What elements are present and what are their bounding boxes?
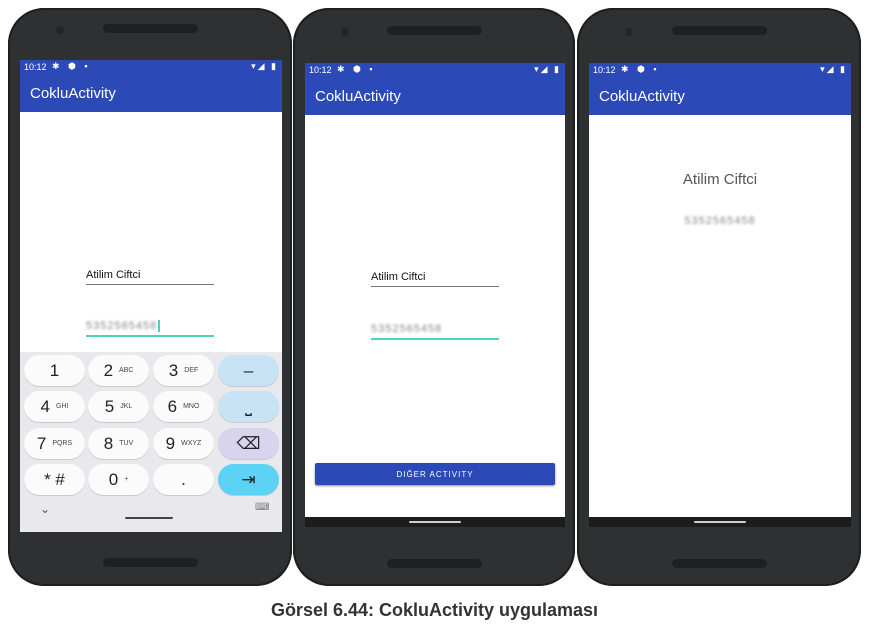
key-star-hash[interactable]: * # [24, 464, 85, 495]
bottom-speaker [103, 558, 198, 567]
key-6[interactable]: 6 MNO [153, 391, 214, 422]
phone-2: 10:12 ✱ ⬢ ▪ ▾◢ ▮ CokluActivity Atilim Ci… [293, 8, 575, 586]
backspace-icon: ⌫ [236, 433, 261, 453]
phone-text: 5352565458 [684, 215, 756, 227]
status-bar: 10:12 ✱ ⬢ ▪ ▾◢ ▮ [20, 60, 282, 74]
status-time: 10:12 [593, 65, 616, 75]
phone-1: 10:12 ✱ ⬢ ▪ ▾◢ ▮ CokluActivity Atilim Ci… [8, 8, 292, 586]
app-title: CokluActivity [599, 88, 685, 105]
status-bar: 10:12 ✱ ⬢ ▪ ▾◢ ▮ [589, 63, 851, 77]
figure-caption: Görsel 6.44: CokluActivity uygulaması [270, 600, 599, 620]
space-icon: ⎵ [245, 396, 252, 416]
name-field[interactable]: Atilim Ciftci [371, 271, 499, 287]
name-value: Atilim Ciftci [86, 269, 141, 281]
front-camera [341, 28, 349, 36]
status-bar: 10:12 ✱ ⬢ ▪ ▾◢ ▮ [305, 63, 565, 77]
key-0[interactable]: 0 + [88, 464, 149, 495]
phone-field[interactable]: 5352565458 [371, 323, 499, 340]
phone-value: 5352565458 [86, 320, 158, 332]
key-4[interactable]: 4 GHI [24, 391, 85, 422]
status-time: 10:12 [24, 62, 47, 72]
key-1[interactable]: 1 [24, 355, 85, 386]
app-title: CokluActivity [30, 85, 116, 102]
app-bar: CokluActivity [305, 77, 565, 115]
numeric-keyboard: 1 2 ABC 3 DEF – 4 GHI 5 JKL 6 MNO ⎵ 7 PQRS 8 TU… [20, 352, 282, 532]
name-value: Atilim Ciftci [371, 271, 426, 283]
status-time: 10:12 [309, 65, 332, 75]
front-camera [625, 28, 633, 36]
signal-battery-icons: ▾◢ ▮ [534, 64, 561, 74]
navigation-bar [589, 517, 851, 527]
button-label: DIĞER ACTIVITY [396, 469, 474, 479]
home-pill[interactable] [409, 521, 461, 523]
key-7[interactable]: 7 PQRS [24, 428, 85, 459]
phone-3: 10:12 ✱ ⬢ ▪ ▾◢ ▮ CokluActivity Atilim Ci… [577, 8, 861, 586]
key-3[interactable]: 3 DEF [153, 355, 214, 386]
text-cursor [158, 320, 161, 333]
diger-activity-button[interactable]: DIĞER ACTIVITY [315, 463, 555, 485]
name-text: Atilim Ciftci [682, 171, 758, 188]
earpiece-speaker [387, 26, 482, 35]
signal-battery-icons: ▾◢ ▮ [251, 61, 278, 71]
phone-value: 5352565458 [371, 323, 443, 335]
key-backspace[interactable]: ⌫ [218, 428, 279, 459]
status-icons: ✱ ⬢ ▪ [337, 64, 376, 74]
status-icons: ✱ ⬢ ▪ [52, 61, 91, 71]
bottom-speaker [387, 559, 482, 568]
key-5[interactable]: 5 JKL [88, 391, 149, 422]
collapse-chevron-icon[interactable]: ⌄ [40, 502, 50, 516]
key-9[interactable]: 9 WXYZ [153, 428, 214, 459]
earpiece-speaker [672, 26, 767, 35]
phone-field[interactable]: 5352565458 [86, 320, 214, 338]
gesture-pill [125, 517, 173, 519]
screen: 10:12 ✱ ⬢ ▪ ▾◢ ▮ CokluActivity Atilim Ci… [589, 63, 851, 527]
key-8[interactable]: 8 TUV [88, 428, 149, 459]
earpiece-speaker [103, 24, 198, 33]
screen: 10:12 ✱ ⬢ ▪ ▾◢ ▮ CokluActivity Atilim Ci… [305, 63, 565, 527]
keyboard-switch-icon[interactable]: ⌨ [255, 502, 269, 513]
status-icons: ✱ ⬢ ▪ [621, 64, 660, 74]
key-next[interactable]: ⇥ [218, 464, 279, 495]
signal-battery-icons: ▾◢ ▮ [820, 64, 847, 74]
home-pill[interactable] [694, 521, 746, 523]
key-space[interactable]: ⎵ [218, 391, 279, 422]
name-field[interactable]: Atilim Ciftci [86, 269, 214, 285]
screen: 10:12 ✱ ⬢ ▪ ▾◢ ▮ CokluActivity Atilim Ci… [20, 60, 282, 532]
app-bar: CokluActivity [589, 77, 851, 115]
app-title: CokluActivity [315, 88, 401, 105]
bottom-speaker [672, 559, 767, 568]
front-camera [56, 26, 64, 34]
key-2[interactable]: 2 ABC [88, 355, 149, 386]
key-dot[interactable]: . [153, 464, 214, 495]
app-bar: CokluActivity [20, 74, 282, 112]
key-minus[interactable]: – [218, 355, 279, 386]
next-icon: ⇥ [241, 469, 256, 489]
navigation-bar [305, 517, 565, 527]
